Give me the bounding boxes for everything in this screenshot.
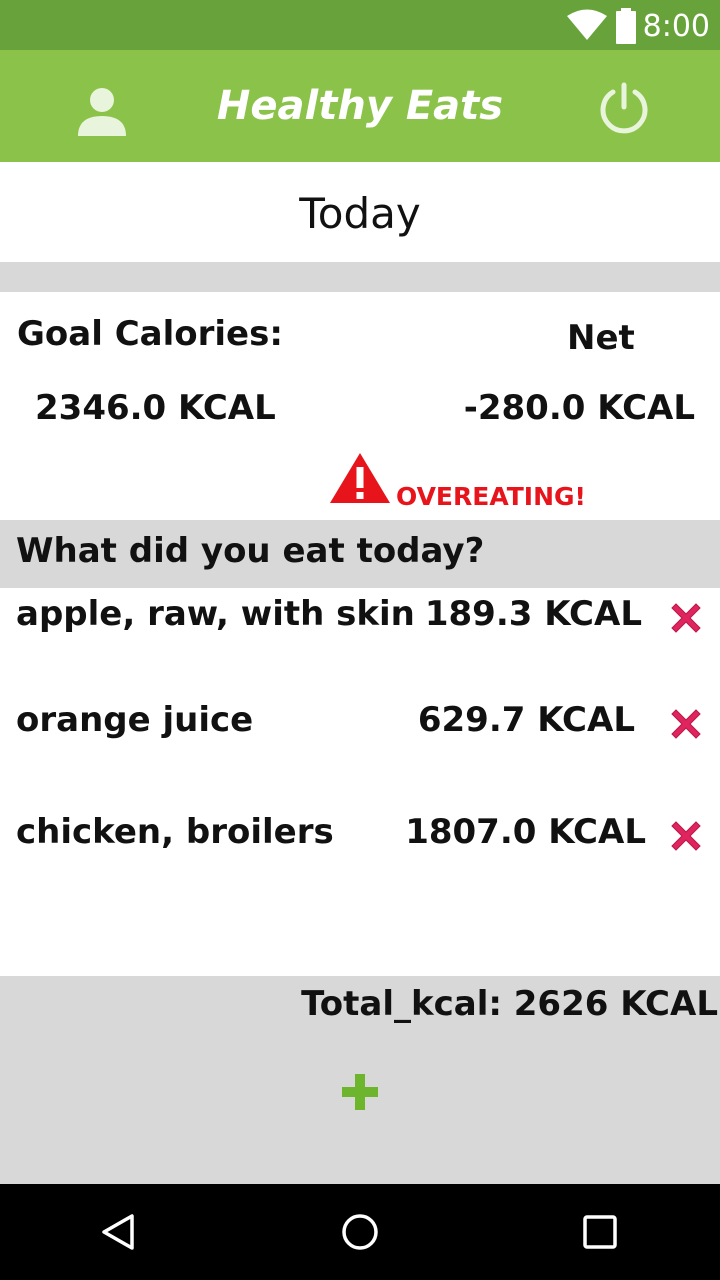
home-icon[interactable] xyxy=(340,1212,380,1252)
navigation-bar xyxy=(0,1184,720,1280)
overeating-warning: OVEREATING! xyxy=(396,482,586,511)
list-item: orange juice 629.7 KCAL xyxy=(0,694,720,754)
clock: 8:00 xyxy=(642,9,710,44)
food-name: orange juice xyxy=(16,700,254,740)
divider xyxy=(0,262,720,292)
food-kcal: 189.3 KCAL xyxy=(424,594,642,634)
net-value: -280.0 KCAL xyxy=(463,388,695,428)
status-bar: 8:00 xyxy=(0,0,720,50)
wifi-icon xyxy=(567,9,607,40)
date-header: Today xyxy=(0,162,720,262)
footer: Total_kcal: 2626 KCAL xyxy=(0,976,720,1184)
list-item: chicken, broilers 1807.0 KCAL xyxy=(0,806,720,866)
goal-calories-label: Goal Calories: xyxy=(17,314,283,354)
battery-icon xyxy=(616,8,636,44)
food-list-header: What did you eat today? xyxy=(0,520,720,588)
total-kcal: Total_kcal: 2626 KCAL xyxy=(301,984,718,1024)
profile-icon[interactable] xyxy=(78,86,126,136)
delete-icon[interactable] xyxy=(666,598,706,638)
app-bar: Healthy Eats xyxy=(0,50,720,162)
food-kcal: 629.7 KCAL xyxy=(417,700,635,740)
delete-icon[interactable] xyxy=(666,704,706,744)
food-question: What did you eat today? xyxy=(16,531,485,571)
delete-icon[interactable] xyxy=(666,816,706,856)
goal-calories-value: 2346.0 KCAL xyxy=(35,388,276,428)
recents-icon[interactable] xyxy=(580,1212,620,1252)
food-name: chicken, broilers xyxy=(16,812,334,852)
food-kcal: 1807.0 KCAL xyxy=(405,812,646,852)
warning-icon xyxy=(330,453,390,503)
list-item: apple, raw, with skin 189.3 KCAL xyxy=(0,588,720,648)
back-icon[interactable] xyxy=(100,1212,140,1252)
food-name: apple, raw, with skin xyxy=(16,594,415,634)
food-list: apple, raw, with skin 189.3 KCAL orange … xyxy=(0,588,720,976)
plus-icon[interactable] xyxy=(340,1072,380,1112)
calorie-summary: Goal Calories: Net 2346.0 KCAL -280.0 KC… xyxy=(0,292,720,520)
power-icon[interactable] xyxy=(598,82,650,134)
net-label: Net xyxy=(567,318,635,358)
